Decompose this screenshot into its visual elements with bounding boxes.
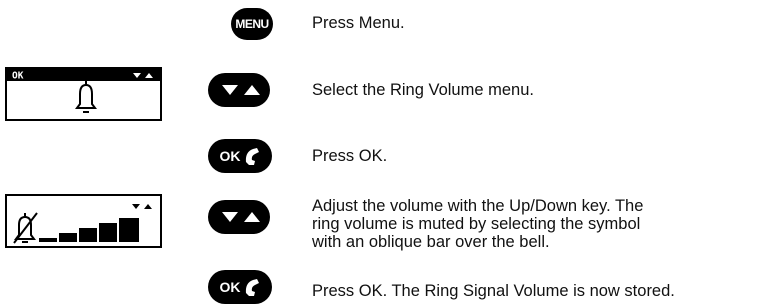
softkey-ok-label: OK xyxy=(12,71,24,82)
menu-key-label: MENU xyxy=(235,17,269,31)
ok-key-store[interactable]: OK xyxy=(208,270,272,304)
volume-level-display xyxy=(5,194,162,248)
step-1-text: Press Menu. xyxy=(312,14,405,32)
volume-bar-5 xyxy=(119,218,139,242)
volume-bar-4 xyxy=(99,223,117,242)
down-arrow-icon xyxy=(222,85,238,95)
volume-bar-2 xyxy=(59,233,77,242)
step-4-text: Adjust the volume with the Up/Down key. … xyxy=(312,197,643,251)
volume-bars xyxy=(39,218,139,242)
ring-volume-menu-display: OK xyxy=(5,67,162,121)
up-down-key[interactable] xyxy=(208,73,270,107)
bell-muted-icon xyxy=(13,212,38,244)
up-down-key-adjust[interactable] xyxy=(208,200,270,234)
volume-bar-1 xyxy=(39,238,57,242)
step-5-text: Press OK. The Ring Signal Volume is now … xyxy=(312,282,675,300)
ok-key-label: OK xyxy=(219,279,241,295)
volume-bar-3 xyxy=(79,228,97,242)
step-4-line-3: with an oblique bar over the bell. xyxy=(312,233,550,251)
up-arrow-icon xyxy=(244,85,260,95)
step-2-text: Select the Ring Volume menu. xyxy=(312,81,534,99)
down-arrow-icon xyxy=(222,212,238,222)
scroll-arrows-icon xyxy=(132,204,152,209)
menu-key[interactable]: MENU xyxy=(231,8,273,40)
handset-icon xyxy=(245,279,259,296)
ok-key-label: OK xyxy=(219,148,241,164)
up-arrow-icon xyxy=(244,212,260,222)
handset-icon xyxy=(245,148,259,165)
step-3-text: Press OK. xyxy=(312,147,388,165)
ok-key[interactable]: OK xyxy=(208,139,272,173)
bell-icon xyxy=(75,81,97,113)
step-4-line-2: ring volume is muted by selecting the sy… xyxy=(312,215,641,233)
step-4-line-1: Adjust the volume with the Up/Down key. … xyxy=(312,197,644,215)
